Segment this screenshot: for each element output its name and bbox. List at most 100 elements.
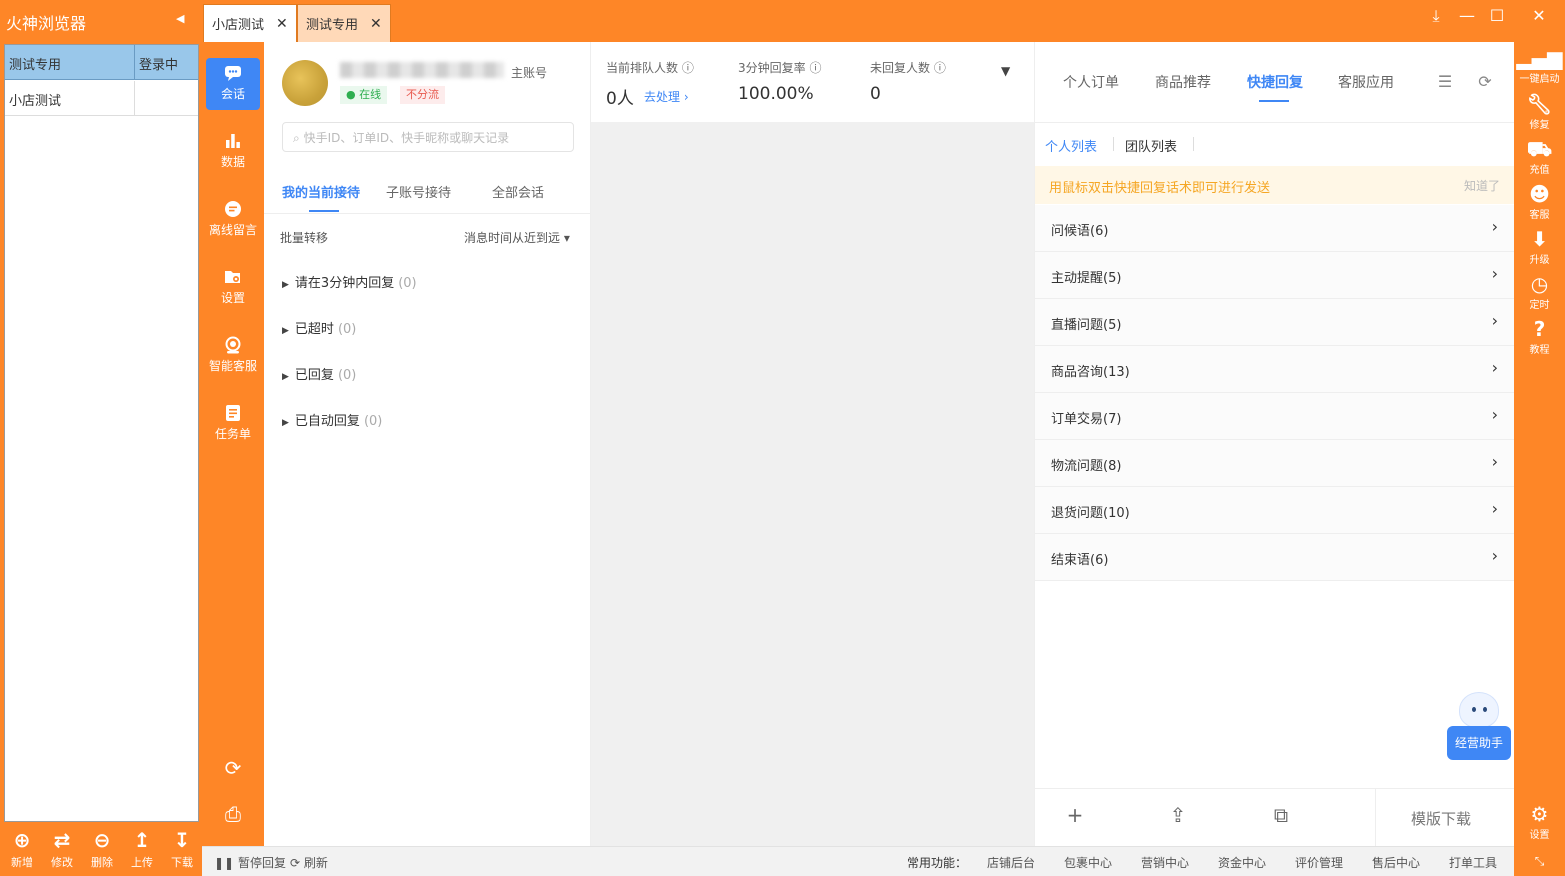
- info-icon[interactable]: ⓘ: [934, 61, 946, 75]
- add-icon[interactable]: +: [1063, 803, 1087, 827]
- group-count: (0): [337, 322, 357, 337]
- tab-quick-reply[interactable]: 快捷回复: [1247, 72, 1303, 92]
- quick-reply-category[interactable]: 物流问题(8) ›: [1035, 440, 1514, 487]
- business-assistant[interactable]: 经营助手: [1447, 692, 1511, 762]
- account-role: 主账号: [511, 66, 548, 80]
- quick-reply-category[interactable]: 商品咨询(13) ›: [1035, 346, 1514, 393]
- refresh-circle-icon[interactable]: ⟳: [220, 756, 246, 782]
- external-link-icon[interactable]: ⧉: [1269, 803, 1293, 827]
- wrench-icon: 🔧︎: [1526, 92, 1553, 116]
- tutorial-button[interactable]: ? 教程: [1514, 317, 1565, 356]
- quick-reply-category[interactable]: 直播问题(5) ›: [1035, 299, 1514, 346]
- chevron-right-icon: ›: [1491, 546, 1498, 565]
- batch-transfer-button[interactable]: 批量转移: [280, 229, 328, 246]
- dismiss-tip-button[interactable]: 知道了: [1464, 177, 1500, 194]
- search-icon: ⌕: [293, 131, 300, 145]
- quick-reply-footer: + ⇪ ⧉ 模版下载: [1035, 788, 1515, 847]
- quick-reply-category[interactable]: 退货问题(10) ›: [1035, 487, 1514, 534]
- edit-button[interactable]: ⇄ 修改: [42, 828, 82, 870]
- go-handle-link[interactable]: 去处理 ›: [644, 88, 689, 105]
- no-shunt-badge[interactable]: 不分流: [400, 86, 445, 104]
- tab-my-reception[interactable]: 我的当前接待: [282, 182, 360, 201]
- quick-reply-category[interactable]: 问候语(6) ›: [1035, 205, 1514, 252]
- rb-label: 充值: [1529, 165, 1550, 176]
- upgrade-button[interactable]: ⬇ 升级: [1514, 227, 1565, 266]
- sort-dropdown[interactable]: 消息时间从近到远 ▾: [464, 229, 570, 246]
- avatar[interactable]: [282, 60, 328, 106]
- customer-service-button[interactable]: ☻ 客服: [1514, 182, 1565, 221]
- collapse-arrow-icon[interactable]: ◀: [176, 12, 184, 25]
- tab-product-recommend[interactable]: 商品推荐: [1155, 72, 1211, 92]
- edit-label: 修改: [51, 856, 73, 869]
- pause-reply-button[interactable]: ❚❚ 暂停回复: [214, 854, 286, 871]
- subtab-team-list[interactable]: 团队列表: [1125, 136, 1177, 155]
- nav-data[interactable]: 数据: [206, 126, 260, 178]
- maximize-icon[interactable]: ☐: [1484, 6, 1510, 25]
- recharge-button[interactable]: ⛟ 充值: [1514, 137, 1565, 176]
- info-icon[interactable]: ⓘ: [682, 61, 694, 75]
- export-icon[interactable]: ⇪: [1166, 803, 1190, 827]
- close-icon[interactable]: ✕: [276, 16, 288, 32]
- quick-reply-category[interactable]: 订单交易(7) ›: [1035, 393, 1514, 440]
- nav-settings[interactable]: 设置: [206, 262, 260, 314]
- tab-all-sessions[interactable]: 全部会话: [492, 182, 544, 201]
- nav-offline-message[interactable]: 离线留言: [206, 194, 260, 246]
- link-marketing-center[interactable]: 营销中心: [1141, 854, 1189, 871]
- chevron-right-icon: ›: [1491, 217, 1498, 236]
- download-button[interactable]: ↧ 下载: [162, 828, 202, 870]
- subtab-personal-list[interactable]: 个人列表: [1045, 136, 1097, 155]
- monitor-download-icon[interactable]: ⎙: [220, 802, 246, 828]
- online-badge[interactable]: ● 在线: [340, 86, 388, 104]
- close-icon[interactable]: ✕: [370, 16, 382, 32]
- link-package-center[interactable]: 包裹中心: [1064, 854, 1112, 871]
- conversation-group[interactable]: ▶ 请在3分钟内回复 (0): [282, 272, 417, 291]
- account-row[interactable]: 小店测试: [5, 81, 198, 116]
- add-button[interactable]: ⊕ 新增: [2, 828, 42, 870]
- edit-list-icon[interactable]: ☰: [1435, 72, 1455, 92]
- one-click-start-button[interactable]: ▂▄▆ 一键启动: [1514, 46, 1565, 85]
- status-bar: ❚❚ 暂停回复 ⟳ 刷新 常用功能： 店铺后台 包裹中心 营销中心 资金中心 评…: [202, 846, 1514, 876]
- nav-smart-service[interactable]: 智能客服: [206, 330, 260, 382]
- timer-button[interactable]: ◷ 定时: [1514, 272, 1565, 311]
- repair-button[interactable]: 🔧︎ 修复: [1514, 92, 1565, 131]
- account-row[interactable]: 测试专用 登录中: [5, 45, 198, 80]
- tab-ceshi[interactable]: 测试专用 ✕: [297, 4, 391, 42]
- tab-personal-orders[interactable]: 个人订单: [1063, 72, 1119, 92]
- chat-icon: [225, 66, 241, 81]
- link-shop-backend[interactable]: 店铺后台: [987, 854, 1035, 871]
- quick-reply-category[interactable]: 结束语(6) ›: [1035, 534, 1514, 581]
- conversation-group[interactable]: ▶ 已自动回复 (0): [282, 410, 382, 429]
- settings-button[interactable]: ⚙ 设置: [1514, 802, 1565, 841]
- assistant-button[interactable]: 经营助手: [1447, 726, 1511, 760]
- pin-icon[interactable]: ⤓: [1423, 6, 1449, 26]
- refresh-button[interactable]: ⟳ 刷新: [290, 854, 328, 871]
- account-panel: 测试专用 登录中 小店测试: [0, 42, 202, 824]
- resize-grip-icon[interactable]: ⤡: [1514, 854, 1565, 869]
- info-icon[interactable]: ⓘ: [809, 61, 821, 75]
- link-review-management[interactable]: 评价管理: [1295, 854, 1343, 871]
- template-download-button[interactable]: 模版下载: [1411, 808, 1471, 829]
- group-label: 已回复: [294, 368, 334, 383]
- search-input[interactable]: ⌕ 快手ID、订单ID、快手昵称或聊天记录: [282, 122, 574, 152]
- link-funds-center[interactable]: 资金中心: [1218, 854, 1266, 871]
- tab-service-apps[interactable]: 客服应用: [1338, 72, 1394, 92]
- conversation-group[interactable]: ▶ 已超时 (0): [282, 318, 356, 337]
- nav-tasks[interactable]: 任务单: [206, 398, 260, 450]
- link-print-tool[interactable]: 打单工具: [1449, 854, 1497, 871]
- tab-sub-account[interactable]: 子账号接待: [386, 182, 451, 201]
- conversation-group[interactable]: ▶ 已回复 (0): [282, 364, 356, 383]
- dropdown-triangle-icon[interactable]: ▼: [1001, 64, 1010, 78]
- minimize-icon[interactable]: —: [1454, 6, 1480, 25]
- chevron-right-icon: ›: [1491, 264, 1498, 283]
- link-after-sales[interactable]: 售后中心: [1372, 854, 1420, 871]
- upload-button[interactable]: ↥ 上传: [122, 828, 162, 870]
- side-nav: 会话 数据 离线留言 设置 智能客服 任务单 ⟳ ⎙: [202, 42, 264, 846]
- help-icon: ?: [1533, 317, 1546, 341]
- tab-xiaodian[interactable]: 小店测试 ✕: [203, 4, 297, 42]
- quick-reply-category[interactable]: 主动提醒(5) ›: [1035, 252, 1514, 299]
- refresh-icon[interactable]: ⟳: [1475, 72, 1495, 92]
- nav-chat[interactable]: 会话: [206, 58, 260, 110]
- window-close-icon[interactable]: ✕: [1526, 6, 1552, 25]
- rb-label: 客服: [1529, 210, 1550, 221]
- delete-button[interactable]: ⊖ 删除: [82, 828, 122, 870]
